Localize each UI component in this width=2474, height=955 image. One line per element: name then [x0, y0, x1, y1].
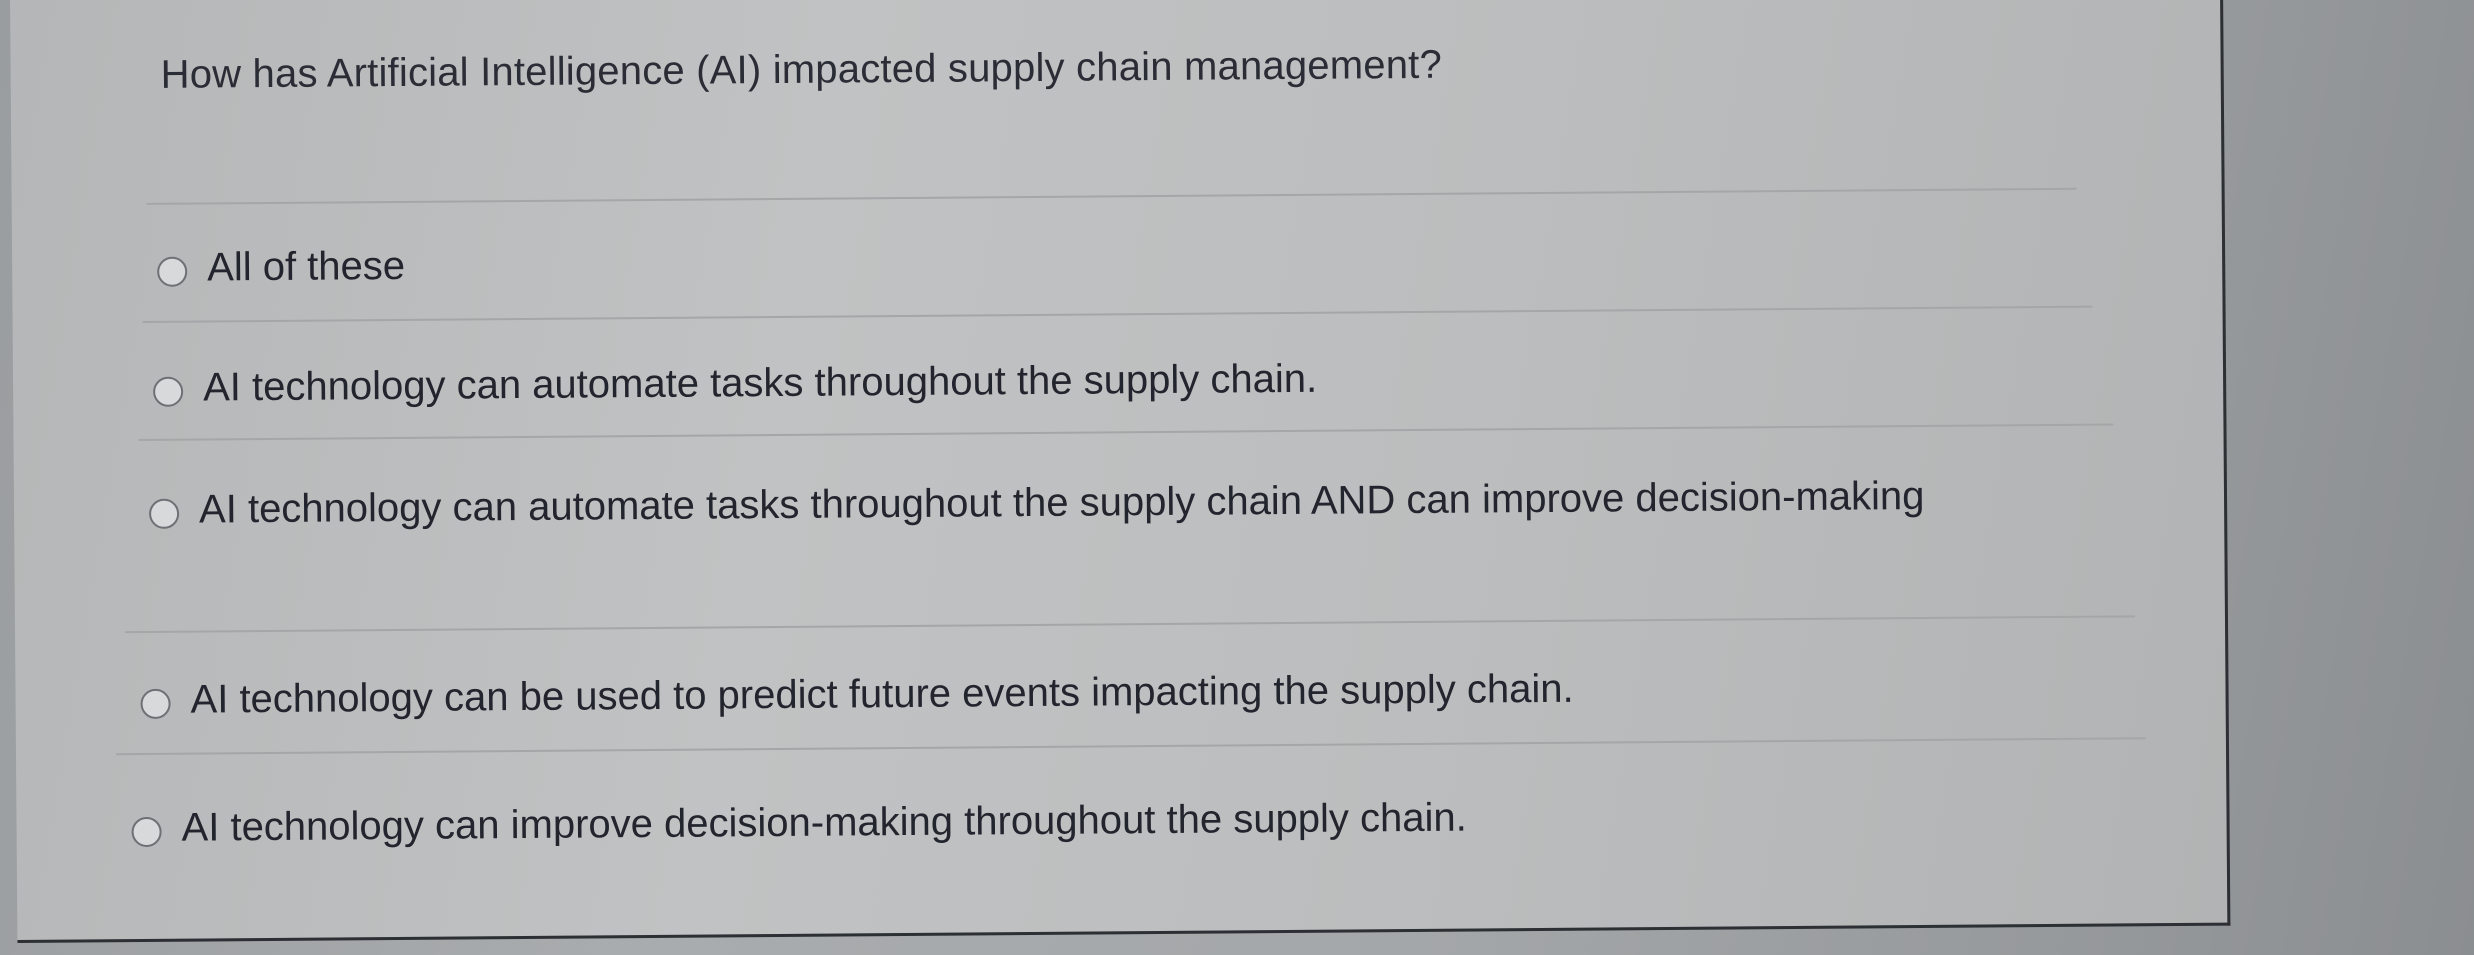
radio-button[interactable] [140, 688, 171, 719]
option-automate-tasks[interactable]: AI technology can automate tasks through… [153, 357, 1317, 421]
option-improve-decision-making[interactable]: AI technology can improve decision-makin… [131, 796, 1467, 861]
question-card: How has Artificial Intelligence (AI) imp… [10, 0, 2231, 943]
divider [142, 305, 2093, 323]
option-label: AI technology can automate tasks through… [202, 356, 1318, 410]
photo-background: How has Artificial Intelligence (AI) imp… [0, 0, 2474, 955]
divider [138, 423, 2114, 442]
radio-button[interactable] [157, 256, 188, 287]
option-label: All of these [206, 243, 406, 290]
option-predict-future-events[interactable]: AI technology can be used to predict fut… [140, 667, 1574, 733]
radio-button[interactable] [148, 498, 180, 529]
divider [125, 615, 2135, 634]
option-label: AI technology can improve decision-makin… [181, 795, 1467, 850]
option-automate-and-decision-making[interactable]: AI technology can automate tasks through… [148, 474, 2049, 543]
option-all-of-these[interactable]: All of these [157, 244, 405, 301]
option-label: AI technology can automate tasks through… [198, 473, 1925, 532]
radio-button[interactable] [153, 376, 184, 407]
divider [115, 737, 2146, 756]
question-text: How has Artificial Intelligence (AI) imp… [160, 42, 1443, 97]
option-label: AI technology can be used to predict fut… [190, 666, 1574, 722]
divider [146, 187, 2077, 205]
radio-button[interactable] [131, 816, 162, 848]
